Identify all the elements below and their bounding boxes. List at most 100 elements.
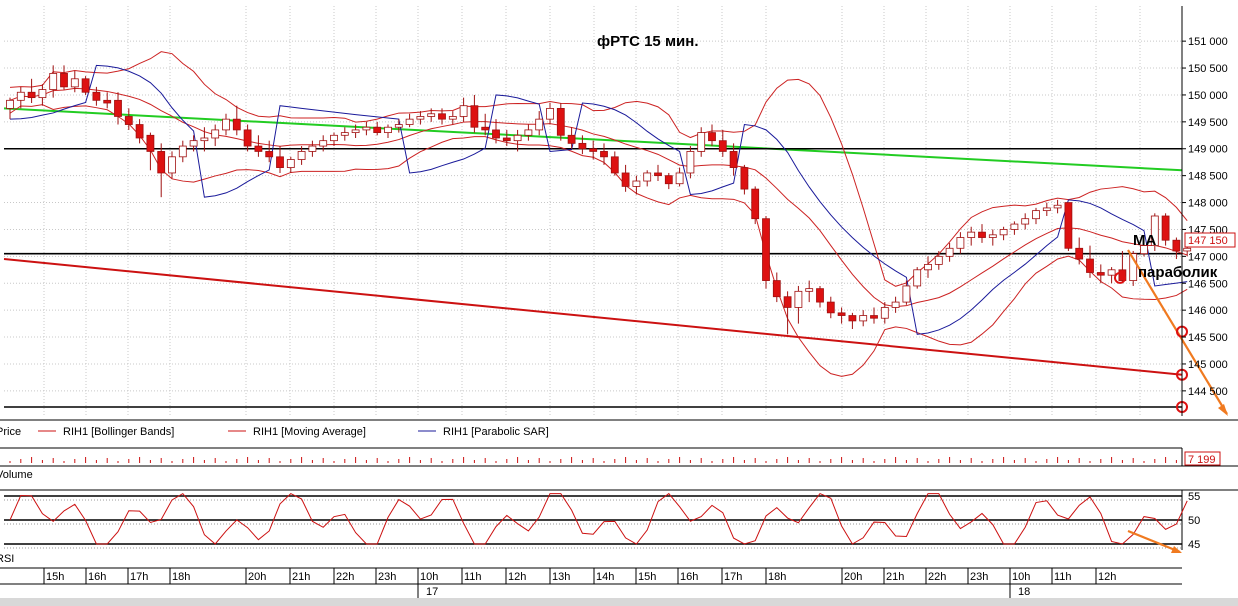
candle-body xyxy=(146,134,155,152)
price-tick-label: 148 500 xyxy=(1188,171,1228,183)
price-tick-label: 151 000 xyxy=(1188,36,1228,48)
candle-body xyxy=(654,172,662,177)
candle-body xyxy=(1161,215,1170,241)
time-tick-label: 18h xyxy=(768,571,786,583)
time-tick-label: 21h xyxy=(292,571,310,583)
volume-panel xyxy=(0,447,1238,467)
parabolic-sar xyxy=(9,64,1188,335)
candle-body xyxy=(427,113,436,117)
price-tick-label: 145 500 xyxy=(1188,332,1228,344)
candle-body xyxy=(859,315,868,322)
rsi-forecast-arrow-head xyxy=(1171,546,1182,553)
time-tick-label: 17h xyxy=(130,571,148,583)
bollinger-bands xyxy=(9,51,1188,377)
candle-body xyxy=(60,73,68,88)
candle-body xyxy=(135,124,144,139)
candle-body xyxy=(49,73,58,90)
candle-body xyxy=(924,264,932,271)
legend-entry: RIH1 [Moving Average] xyxy=(253,426,366,438)
price-axis: 151 000 150 500 150 000 149 500 149 000 148 5… xyxy=(1182,36,1228,398)
candle-body xyxy=(70,78,79,88)
time-tick-label: 21h xyxy=(886,571,904,583)
chart-title: фРТС 15 мин. xyxy=(597,33,699,50)
time-tick-label: 17h xyxy=(724,571,742,583)
price-tick-label: 146 500 xyxy=(1188,278,1228,290)
price-tick-label: 150 000 xyxy=(1188,90,1228,102)
rsi-tick-label: 55 xyxy=(1188,491,1200,503)
candle-body xyxy=(513,134,522,142)
candle-body xyxy=(276,156,284,168)
candle-body xyxy=(92,91,101,101)
time-tick-label: 10h xyxy=(1012,571,1030,583)
candle-body xyxy=(880,307,889,319)
candle-body xyxy=(330,134,338,142)
candle-body xyxy=(265,151,274,158)
moving-average xyxy=(9,87,1188,308)
candle-body xyxy=(1053,204,1062,209)
candle-body xyxy=(967,231,976,238)
candle-body xyxy=(1010,223,1019,230)
candle-body xyxy=(621,172,630,187)
trendline xyxy=(3,258,1183,376)
candle-body xyxy=(729,151,738,168)
candle-body xyxy=(481,126,490,131)
candle-body xyxy=(448,116,457,120)
candle-body xyxy=(783,296,792,308)
candle-body xyxy=(178,145,187,158)
candle-body xyxy=(405,118,414,125)
candle-body xyxy=(492,129,500,139)
candle-body xyxy=(772,280,781,298)
time-tick-label: 22h xyxy=(928,571,946,583)
time-tick-label: 23h xyxy=(378,571,396,583)
candle-body xyxy=(524,129,533,136)
candle-body xyxy=(686,151,695,174)
candle-body xyxy=(114,99,122,117)
bollinger-upper xyxy=(9,51,1188,287)
candle-body xyxy=(211,129,220,139)
candle-body xyxy=(232,118,241,131)
candle-body xyxy=(978,231,986,238)
candle-body xyxy=(816,288,824,303)
price-tick-label: 149 000 xyxy=(1188,144,1228,156)
rsi-tick-label: 45 xyxy=(1188,539,1200,551)
candle-body xyxy=(988,234,997,238)
candle-body xyxy=(340,132,349,136)
candle-body xyxy=(6,99,14,109)
grid xyxy=(4,6,1182,416)
candle-body xyxy=(556,107,565,136)
price-tick-label: 145 000 xyxy=(1188,359,1228,371)
time-tick-label: 12h xyxy=(1098,571,1116,583)
candle-body xyxy=(16,91,25,101)
candle-body xyxy=(1172,239,1181,252)
candle-body xyxy=(708,132,716,142)
candle-body xyxy=(157,151,166,174)
time-tick-label: 11h xyxy=(1054,571,1072,583)
candle-body xyxy=(189,140,198,147)
day-label: 17 xyxy=(426,586,438,598)
time-tick-label: 12h xyxy=(508,571,526,583)
candle-body xyxy=(805,288,814,292)
time-tick-label: 15h xyxy=(46,571,64,583)
time-tick-label: 11h xyxy=(464,571,482,583)
scrollbar xyxy=(0,598,1238,606)
candle-body xyxy=(502,137,511,142)
candle-body xyxy=(416,116,425,120)
candle-body xyxy=(740,167,749,190)
candle-body xyxy=(675,172,684,185)
price-tick-label: 150 500 xyxy=(1188,63,1228,75)
price-tick-label: 149 500 xyxy=(1188,117,1228,129)
candle-body xyxy=(546,107,554,120)
time-tick-label: 16h xyxy=(680,571,698,583)
candle-body xyxy=(1042,207,1051,212)
candle-body xyxy=(470,105,479,128)
rsi-panel: 55 50 45 xyxy=(0,489,1238,554)
candle-body xyxy=(200,137,209,142)
candle-body xyxy=(794,290,803,308)
candle-body xyxy=(913,269,922,287)
price-tick-label: 144 500 xyxy=(1188,386,1228,398)
candle-body xyxy=(362,126,371,131)
rsi-line xyxy=(9,492,1188,545)
candle-body xyxy=(1021,218,1030,225)
volume-label: Volume xyxy=(0,469,33,481)
bollinger-lower xyxy=(9,104,1188,377)
